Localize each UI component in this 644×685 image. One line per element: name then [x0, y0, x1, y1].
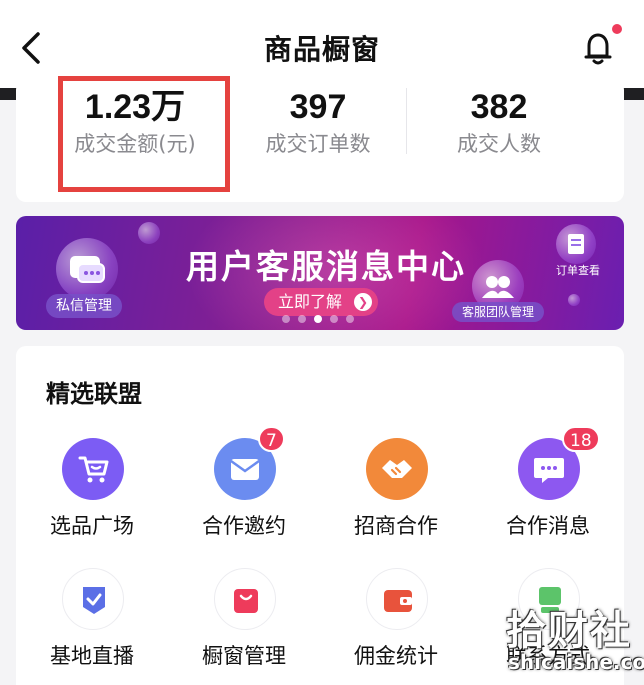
order-icon — [556, 224, 596, 264]
message-bubble-icon — [56, 238, 118, 300]
cart-icon — [62, 438, 124, 500]
carousel-dot[interactable] — [282, 315, 290, 323]
grid-label: 合作消息 — [506, 514, 590, 538]
grid-item-base-live[interactable]: 基地直播 — [16, 568, 168, 668]
watermark-url: shicaishe.com — [508, 650, 644, 674]
tag-service-team: 客服团队管理 — [452, 302, 545, 322]
stat-orders[interactable]: 397 成交订单数 — [248, 84, 388, 158]
promo-banner[interactable]: 私信管理 用户客服消息中心 立即了解 ❯ 客服团队管理 订单查看 — [16, 216, 624, 330]
carousel-dot[interactable] — [298, 315, 306, 323]
grid-label: 基地直播 — [50, 644, 134, 668]
banner-title: 用户客服消息中心 — [186, 247, 466, 286]
bell-icon[interactable] — [580, 28, 616, 68]
grid-label: 合作邀约 — [202, 514, 286, 538]
grid-label: 选品广场 — [50, 514, 134, 538]
learn-more-button[interactable]: 立即了解 ❯ — [264, 288, 378, 316]
stat-buyers[interactable]: 382 成交人数 — [434, 84, 564, 158]
arrow-right-icon: ❯ — [354, 293, 372, 311]
highlight-annotation-box — [58, 76, 230, 192]
carousel-dot[interactable] — [330, 315, 338, 323]
watermark-text: 拾财社 — [506, 608, 632, 654]
carousel-dot-active[interactable] — [314, 315, 322, 323]
section-title: 精选联盟 — [46, 380, 142, 408]
stat-label: 成交订单数 — [265, 132, 371, 156]
grid-label: 招商合作 — [354, 514, 438, 538]
grid-label: 橱窗管理 — [202, 644, 286, 668]
decor-bubble — [568, 294, 580, 306]
grid-item-merchant-cooperation[interactable]: 招商合作 — [320, 438, 472, 538]
grid-item-cooperation-invite[interactable]: 7 合作邀约 — [168, 426, 320, 538]
shield-icon — [62, 568, 124, 630]
stat-label: 成交人数 — [457, 132, 541, 156]
tag-order-view: 订单查看 — [556, 264, 600, 277]
tag-private-message: 私信管理 — [46, 294, 122, 318]
carousel-dot[interactable] — [346, 315, 354, 323]
notification-dot — [612, 24, 622, 34]
page-title: 商品橱窗 — [263, 33, 380, 66]
notification-badge: 7 — [258, 426, 285, 452]
stat-value: 382 — [470, 88, 528, 126]
learn-more-label: 立即了解 — [278, 292, 343, 311]
bag-icon — [214, 568, 276, 630]
grid-item-selection-plaza[interactable]: 选品广场 — [16, 438, 168, 538]
grid-item-cooperation-messages[interactable]: 18 合作消息 — [472, 426, 624, 538]
grid-item-window-management[interactable]: 橱窗管理 — [168, 568, 320, 668]
stat-divider — [406, 88, 407, 154]
notification-badge: 18 — [562, 426, 600, 452]
decor-bubble — [138, 222, 160, 244]
stat-value: 397 — [289, 88, 347, 126]
watermark: 拾财社 shicaishe.com — [500, 598, 644, 682]
wallet-icon — [366, 568, 428, 630]
carousel-indicator — [282, 315, 362, 323]
handshake-icon — [366, 438, 428, 500]
grid-item-commission-stats[interactable]: 佣金统计 — [320, 568, 472, 668]
grid-label: 佣金统计 — [354, 644, 438, 668]
